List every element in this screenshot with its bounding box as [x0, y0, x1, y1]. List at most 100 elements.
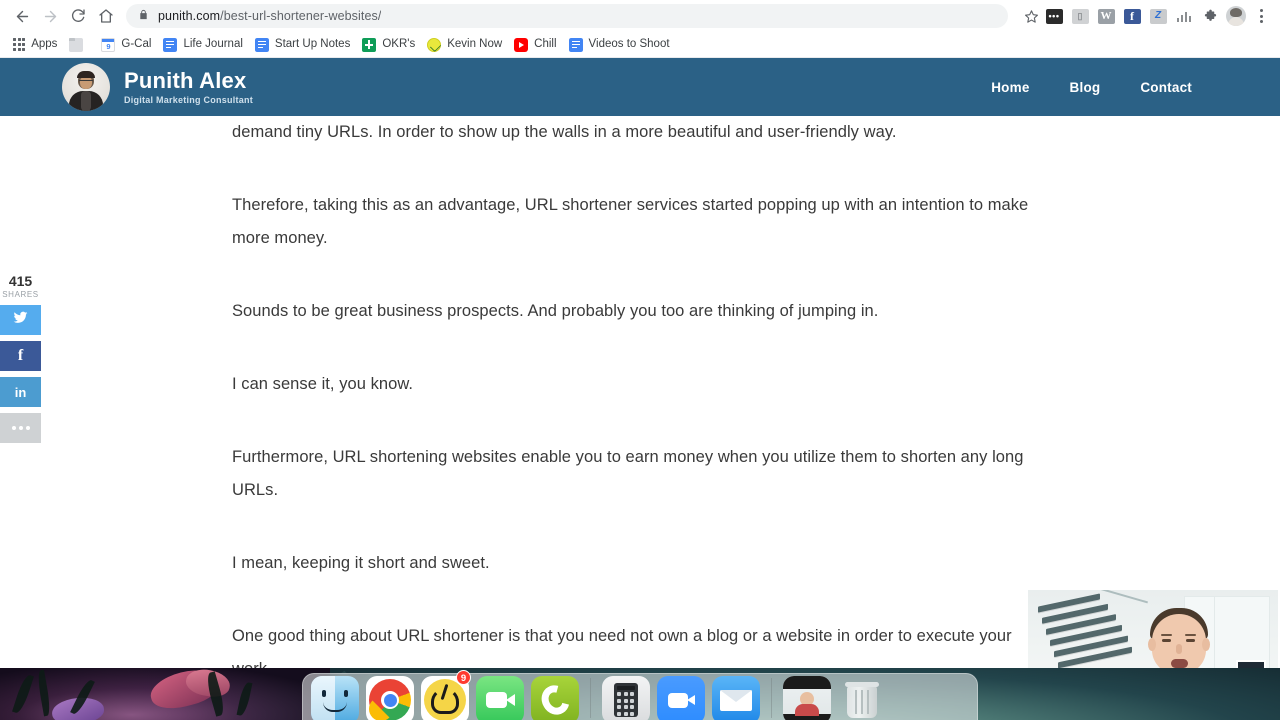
social-share-rail: 415 SHARES f in: [0, 274, 41, 449]
extension-toolbar: ••• ▯ W f Z: [1042, 4, 1272, 28]
google-docs-icon: [163, 37, 178, 52]
dock-item-chrome[interactable]: [366, 672, 414, 720]
bookmark-star-icon[interactable]: [1020, 5, 1042, 27]
finder-icon: [311, 676, 359, 720]
google-docs-icon: [254, 37, 269, 52]
bookmark-apps[interactable]: Apps: [8, 36, 64, 52]
bookmark-label: Apps: [31, 37, 58, 50]
bookmark-videos-to-shoot[interactable]: Videos to Shoot: [564, 36, 677, 54]
ext-dots-icon[interactable]: •••: [1042, 4, 1066, 28]
youtube-icon: [514, 37, 529, 52]
trash-icon: [838, 676, 886, 720]
dock-item-finder[interactable]: [311, 672, 359, 720]
more-share-button[interactable]: [0, 413, 41, 443]
apps-grid-icon: [13, 38, 26, 51]
google-calendar-icon: 9: [101, 37, 116, 52]
dock-item-preview[interactable]: [783, 672, 831, 720]
dock-item-facetime[interactable]: [476, 672, 524, 720]
ext-facebook-icon[interactable]: f: [1120, 4, 1144, 28]
bookmark-kevin-now[interactable]: Kevin Now: [422, 36, 509, 54]
dock-item-trash[interactable]: [838, 672, 886, 720]
ext-grey-icon[interactable]: ▯: [1068, 4, 1092, 28]
three-dot-menu-icon[interactable]: [1250, 4, 1272, 28]
ext-puzzle-icon[interactable]: [1198, 4, 1222, 28]
bookmark-label: Chill: [534, 37, 557, 50]
ext-profile-avatar[interactable]: [1224, 4, 1248, 28]
brand-name: Punith Alex: [124, 67, 247, 93]
site-brand[interactable]: Punith Alex Digital Marketing Consultant: [62, 63, 253, 111]
dock-item-camtasia[interactable]: [531, 672, 579, 720]
bookmark-g-cal[interactable]: 9 G-Cal: [96, 36, 158, 54]
webcam-person: [1124, 606, 1236, 668]
zoom-icon: [657, 676, 705, 720]
linkedin-icon: in: [14, 384, 27, 400]
bookmark-okrs[interactable]: OKR's: [357, 36, 422, 54]
bookmarks-bar: Apps 9 G-Cal Life Journal Start Up Notes…: [0, 32, 1280, 58]
home-icon[interactable]: [92, 2, 120, 30]
nav-item-contact[interactable]: Contact: [1140, 80, 1192, 95]
page-viewport: Punith Alex Digital Marketing Consultant…: [0, 58, 1280, 668]
bookmark-label: Videos to Shoot: [588, 37, 670, 50]
url-text: punith.com/best-url-shortener-websites/: [158, 9, 381, 23]
dock-item-basecamp[interactable]: 9: [421, 670, 471, 720]
google-sheets-icon: [362, 37, 377, 52]
share-count: 415: [8, 273, 33, 289]
folder-icon: [69, 37, 84, 52]
google-docs-icon: [568, 37, 583, 52]
preview-thumbnail-icon: [783, 676, 831, 720]
facebook-icon: f: [17, 347, 24, 364]
dock: 9: [302, 670, 978, 720]
article-body: demand tiny URLs. In order to show up th…: [232, 116, 1052, 668]
dock-separator: [590, 678, 591, 718]
camtasia-icon: [531, 676, 579, 720]
article-paragraph: Therefore, taking this as an advantage, …: [232, 196, 1029, 247]
mail-icon: [712, 676, 760, 720]
notification-badge: 9: [456, 670, 471, 685]
linkedin-share-button[interactable]: in: [0, 377, 41, 407]
back-arrow-icon[interactable]: [8, 2, 36, 30]
ext-z-icon[interactable]: Z: [1146, 4, 1170, 28]
bookmark-start-up-notes[interactable]: Start Up Notes: [250, 36, 357, 54]
url-path: /best-url-shortener-websites/: [220, 9, 382, 23]
bookmark-label: Start Up Notes: [274, 37, 351, 50]
avatar: [62, 63, 110, 111]
address-bar[interactable]: punith.com/best-url-shortener-websites/: [126, 4, 1008, 28]
bookmark-life-journal[interactable]: Life Journal: [158, 36, 249, 54]
forward-arrow-icon[interactable]: [36, 2, 64, 30]
reload-icon[interactable]: [64, 2, 92, 30]
nav-item-blog[interactable]: Blog: [1070, 80, 1101, 95]
bookmark-label: G-Cal: [121, 37, 152, 50]
calculator-icon: [602, 676, 650, 720]
chrome-icon: [366, 676, 414, 720]
twitter-share-button[interactable]: [0, 305, 41, 335]
article-paragraph: demand tiny URLs. In order to show up th…: [232, 123, 897, 141]
facebook-share-button[interactable]: f: [0, 341, 41, 371]
yellow-check-icon: [427, 37, 442, 52]
site-nav: Home Blog Contact: [991, 80, 1192, 95]
ellipsis-icon: [11, 426, 30, 430]
facetime-icon: [476, 676, 524, 720]
bookmark-folder[interactable]: [64, 36, 96, 54]
article-paragraph: I can sense it, you know.: [232, 375, 414, 393]
brand-tagline: Digital Marketing Consultant: [124, 95, 254, 106]
twitter-icon: [12, 310, 29, 330]
dock-separator: [771, 678, 772, 718]
bookmark-chill[interactable]: Chill: [509, 36, 563, 54]
bookmark-label: OKR's: [382, 37, 416, 50]
dock-item-zoom[interactable]: [657, 672, 705, 720]
article-paragraph: I mean, keeping it short and sweet.: [232, 554, 490, 572]
bookmark-label: Kevin Now: [447, 37, 503, 50]
lock-icon: [138, 7, 149, 25]
screen: punith.com/best-url-shortener-websites/ …: [0, 0, 1280, 720]
bookmark-label: Life Journal: [183, 37, 243, 50]
ext-w-icon[interactable]: W: [1094, 4, 1118, 28]
share-count-label: SHARES: [2, 290, 39, 299]
article-paragraph: Furthermore, URL shortening websites ena…: [232, 448, 1024, 499]
ext-bars-icon[interactable]: [1172, 4, 1196, 28]
url-host: punith.com: [158, 9, 221, 23]
article-paragraph: One good thing about URL shortener is th…: [232, 627, 1012, 668]
article-paragraph: Sounds to be great business prospects. A…: [232, 302, 879, 320]
dock-item-calculator[interactable]: [602, 672, 650, 720]
dock-item-mail[interactable]: [712, 672, 760, 720]
nav-item-home[interactable]: Home: [991, 80, 1029, 95]
